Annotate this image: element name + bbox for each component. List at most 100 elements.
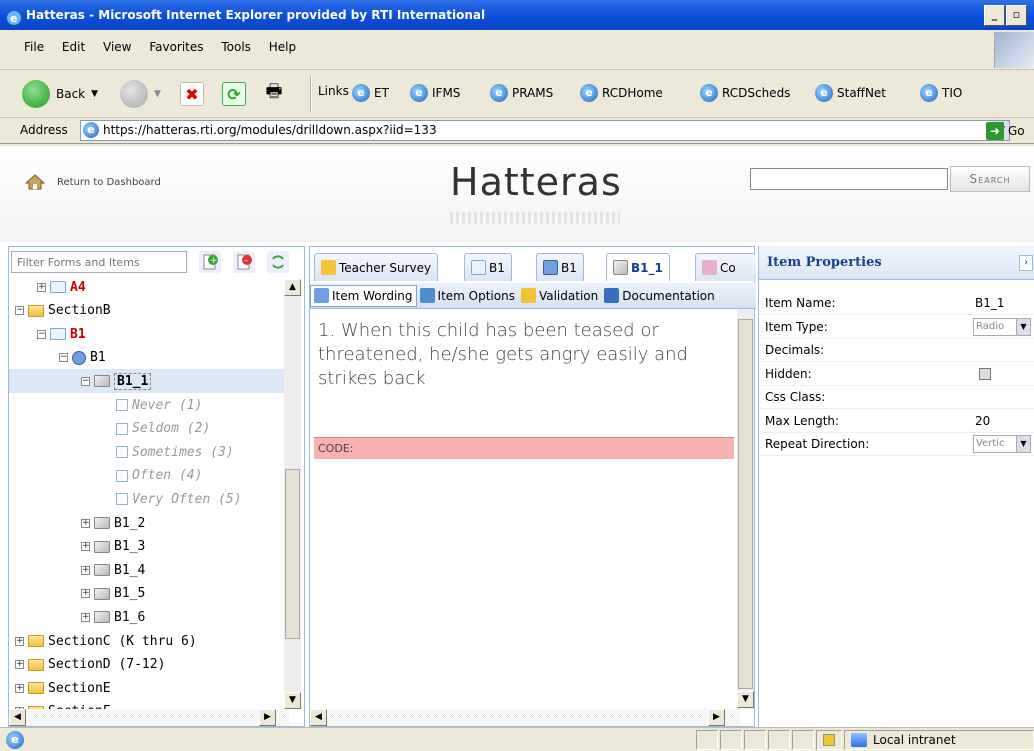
subtab-validation[interactable]: Validation (518, 285, 601, 307)
tab-b1-1[interactable]: B1_1 (606, 253, 670, 281)
tree-node[interactable]: + SectionE (15, 676, 111, 700)
subtab-item-wording[interactable]: Item Wording (310, 284, 417, 307)
tree-node[interactable]: + SectionD (7-12) (15, 653, 165, 677)
back-button[interactable]: Back ▼ (22, 80, 98, 108)
property-select[interactable]: Radio ▼ (973, 317, 1031, 336)
tree-node[interactable]: + B1_3 (81, 535, 145, 559)
expand-icon[interactable]: + (81, 542, 90, 552)
property-row[interactable]: Hidden: (759, 363, 1034, 386)
scroll-thumb[interactable] (285, 469, 300, 639)
tab-teacher-survey[interactable]: Teacher Survey (314, 253, 439, 281)
forward-button[interactable]: ▼ (120, 80, 161, 108)
tree-node[interactable]: + SectionC (K thru 6) (15, 629, 197, 653)
tab-code[interactable]: Co (695, 253, 756, 281)
editor-horizontal-scrollbar[interactable]: ◀ ▶ (310, 709, 740, 726)
menu-help[interactable]: Help (269, 40, 296, 54)
expand-icon[interactable]: + (81, 612, 90, 622)
tree-node[interactable]: + A4 (37, 279, 86, 299)
tree-node[interactable]: Never (1) (103, 393, 202, 417)
property-row[interactable]: Decimals: (759, 339, 1034, 362)
expand-icon[interactable]: + (81, 518, 90, 528)
remove-form-button[interactable]: – (233, 251, 255, 273)
menu-favorites[interactable]: Favorites (149, 40, 203, 54)
refresh-button[interactable]: ⟳ (222, 82, 246, 106)
tree-node[interactable]: Very Often (5) (103, 487, 242, 511)
item-wording-text[interactable]: 1. When this child has been teased or th… (318, 319, 738, 391)
subtab-documentation[interactable]: Documentation (601, 285, 718, 307)
scroll-down-icon[interactable]: ▼ (284, 692, 301, 709)
property-row[interactable]: Item Name: B1_1 (759, 292, 1034, 315)
expand-icon[interactable]: + (15, 683, 24, 693)
menu-edit[interactable]: Edit (62, 40, 85, 54)
link-rcdhome[interactable]: e RCDHome (580, 84, 663, 102)
dropdown-arrow-icon[interactable]: ▼ (1016, 436, 1030, 452)
maximize-button[interactable]: ▫ (1006, 5, 1027, 26)
search-input[interactable] (750, 168, 948, 190)
property-value[interactable]: 20 (975, 410, 990, 432)
tree-node[interactable]: − B1_1 (9, 369, 284, 394)
collapse-icon[interactable]: − (37, 329, 46, 339)
link-rcdscheds[interactable]: e RCDScheds (700, 84, 790, 102)
tab-b1-form[interactable]: B1 (464, 253, 512, 281)
tree-node[interactable]: + B1_6 (81, 605, 145, 629)
tree-node[interactable]: + B1_2 (81, 511, 145, 535)
expand-icon[interactable]: + (81, 565, 90, 575)
go-button[interactable]: ➜ Go (986, 120, 1034, 141)
property-row[interactable]: Max Length: 20 (759, 410, 1034, 433)
menu-tools[interactable]: Tools (221, 40, 251, 54)
property-row[interactable]: Item Type: Radio ▼ (759, 316, 1034, 339)
scroll-down-icon[interactable]: ▼ (737, 691, 754, 708)
code-field[interactable]: CODE: (314, 437, 734, 459)
tree-node[interactable]: − SectionB (15, 299, 111, 323)
scroll-left-icon[interactable]: ◀ (310, 709, 327, 726)
collapse-icon[interactable]: − (59, 353, 68, 363)
expand-icon[interactable]: + (15, 636, 24, 646)
expand-icon[interactable]: + (15, 660, 24, 670)
refresh-tree-button[interactable] (267, 251, 289, 273)
link-staffnet[interactable]: e StaffNet (815, 84, 886, 102)
print-button[interactable]: 🖶 (260, 81, 288, 106)
editor-vertical-scrollbar[interactable]: ▼ (737, 309, 754, 709)
property-row[interactable]: Repeat Direction: Vertic ▼ (759, 433, 1034, 456)
scroll-thumb[interactable] (738, 319, 753, 689)
search-button[interactable]: Search (950, 166, 1030, 192)
menu-view[interactable]: View (103, 40, 131, 54)
filter-input[interactable] (11, 251, 187, 273)
tab-b1-question[interactable]: B1 (536, 253, 584, 281)
scroll-left-icon[interactable]: ◀ (9, 709, 26, 726)
link-ifms[interactable]: e IFMS (410, 84, 460, 102)
hidden-checkbox[interactable] (979, 367, 991, 380)
tree-node[interactable]: − B1 (59, 346, 106, 370)
return-to-dashboard-link[interactable]: Return to Dashboard (24, 174, 161, 190)
tree-node[interactable]: +SectionF (15, 700, 111, 709)
tree-node[interactable]: Often (4) (103, 464, 202, 488)
property-select[interactable]: Vertic ▼ (973, 435, 1031, 453)
tree-node[interactable]: Sometimes (3) (103, 440, 234, 464)
url-input[interactable]: e https://hatteras.rti.org/modules/drill… (80, 120, 1010, 141)
minimize-button[interactable]: _ (984, 5, 1005, 26)
tree-node[interactable]: − B1 (37, 322, 86, 346)
add-form-button[interactable]: + (199, 251, 221, 273)
tree-node[interactable]: + B1_5 (81, 582, 145, 606)
scroll-right-icon[interactable]: ▶ (259, 709, 276, 726)
subtab-item-options[interactable]: Item Options (417, 285, 518, 307)
stop-button[interactable]: ✖ (180, 82, 204, 106)
property-row[interactable]: Css Class: (759, 386, 1034, 409)
link-et[interactable]: e ET (352, 84, 389, 102)
tree-node[interactable]: Seldom (2) (103, 417, 210, 441)
expand-icon[interactable]: + (37, 282, 46, 292)
property-value[interactable]: B1_1 (975, 292, 1005, 314)
tree-node[interactable]: + B1_4 (81, 558, 145, 582)
scroll-right-icon[interactable]: ▶ (708, 709, 725, 726)
expand-icon[interactable]: + (81, 589, 90, 599)
scroll-up-icon[interactable]: ▲ (284, 279, 301, 296)
tree-vertical-scrollbar[interactable]: ▲ ▼ (284, 279, 301, 709)
collapse-icon[interactable]: − (81, 376, 90, 386)
link-tio[interactable]: e TIO (920, 84, 962, 102)
dropdown-arrow-icon[interactable]: ▼ (1016, 318, 1030, 335)
link-prams[interactable]: e PRAMS (490, 84, 553, 102)
collapse-icon[interactable]: − (15, 306, 24, 316)
collapse-icon[interactable]: › (1019, 255, 1033, 271)
tree-horizontal-scrollbar[interactable]: ◀ ▶ (9, 709, 289, 726)
menu-file[interactable]: File (24, 40, 44, 54)
